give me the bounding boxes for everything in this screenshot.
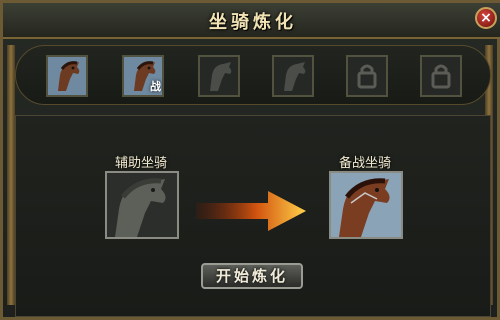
brown-horse-icon: [48, 57, 86, 95]
title-bar: 坐骑炼化 ×: [3, 3, 500, 39]
mount-slot-2[interactable]: 战: [122, 55, 164, 97]
battle-badge: 战: [150, 80, 161, 93]
refine-dialog: 坐骑炼化 × 战 辅助坐骑 备战坐骑 开始炼化: [0, 0, 500, 320]
mount-slot-6[interactable]: [420, 55, 462, 97]
mount-slot-strip: 战: [15, 45, 491, 105]
close-icon: ×: [480, 10, 492, 26]
horse-silhouette-icon: [200, 57, 238, 95]
horse-silhouette-icon: [107, 173, 177, 237]
battle-mount-slot[interactable]: [329, 171, 403, 239]
left-border-ornament: [7, 45, 15, 305]
locked-slot-icon: [348, 57, 386, 95]
mount-slot-5[interactable]: [346, 55, 388, 97]
start-refine-button[interactable]: 开始炼化: [201, 263, 303, 289]
auxiliary-mount-slot[interactable]: [105, 171, 179, 239]
mount-slot-3[interactable]: [198, 55, 240, 97]
dialog-title: 坐骑炼化: [209, 12, 297, 33]
transfer-arrow-icon: [196, 191, 306, 231]
horse-silhouette-icon: [274, 57, 312, 95]
locked-slot-icon: [422, 57, 460, 95]
mount-slot-1[interactable]: [46, 55, 88, 97]
close-button[interactable]: ×: [475, 7, 497, 29]
auxiliary-mount-label: 辅助坐骑: [115, 156, 168, 171]
brown-horse-icon: [331, 173, 401, 237]
mount-slot-4[interactable]: [272, 55, 314, 97]
battle-mount-label: 备战坐骑: [339, 156, 392, 171]
